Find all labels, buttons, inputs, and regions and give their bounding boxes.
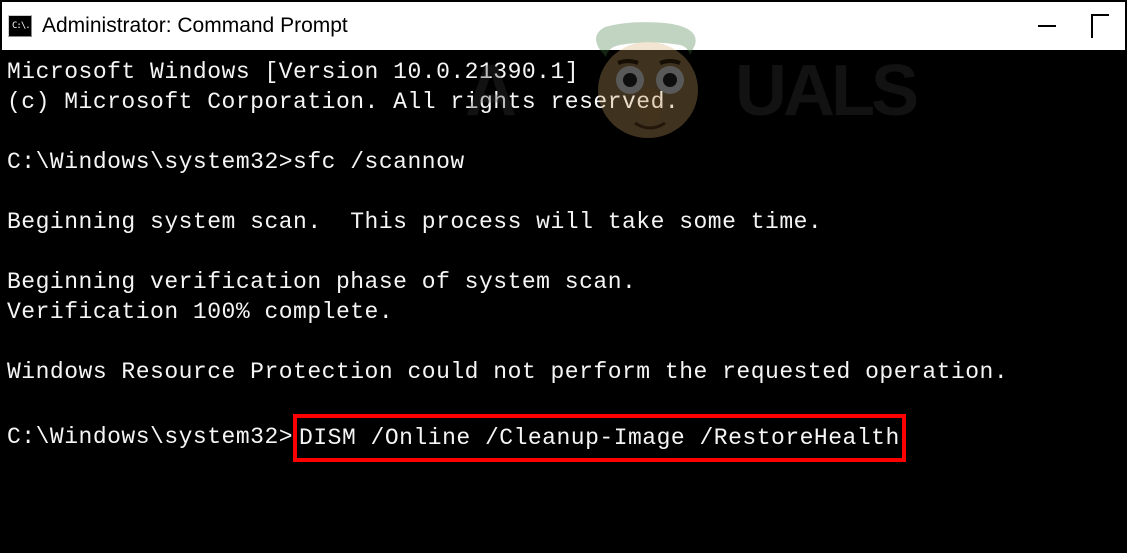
terminal-line: Microsoft Windows [Version 10.0.21390.1] [7, 59, 579, 85]
command-prompt-window: C:\. Administrator: Command Prompt Micro… [0, 0, 1127, 553]
terminal-line: Beginning verification phase of system s… [7, 269, 636, 295]
terminal-body[interactable]: Microsoft Windows [Version 10.0.21390.1]… [2, 52, 1125, 551]
window-title: Administrator: Command Prompt [42, 14, 1033, 38]
titlebar[interactable]: C:\. Administrator: Command Prompt [2, 2, 1125, 52]
terminal-line: Windows Resource Protection could not pe… [7, 359, 1008, 385]
command-text: DISM /Online /Cleanup-Image /RestoreHeal… [299, 425, 900, 451]
prompt-path: C:\Windows\system32> [7, 149, 293, 175]
terminal-line: (c) Microsoft Corporation. All rights re… [7, 89, 679, 115]
highlighted-command: DISM /Online /Cleanup-Image /RestoreHeal… [293, 414, 906, 462]
maximize-button[interactable] [1091, 14, 1109, 38]
prompt-path: C:\Windows\system32> [7, 424, 293, 450]
terminal-line: Beginning system scan. This process will… [7, 209, 822, 235]
minimize-button[interactable] [1033, 12, 1061, 40]
cmd-icon: C:\. [8, 15, 32, 37]
command-text: sfc /scannow [293, 149, 465, 175]
window-controls [1033, 12, 1119, 40]
terminal-line: Verification 100% complete. [7, 299, 393, 325]
